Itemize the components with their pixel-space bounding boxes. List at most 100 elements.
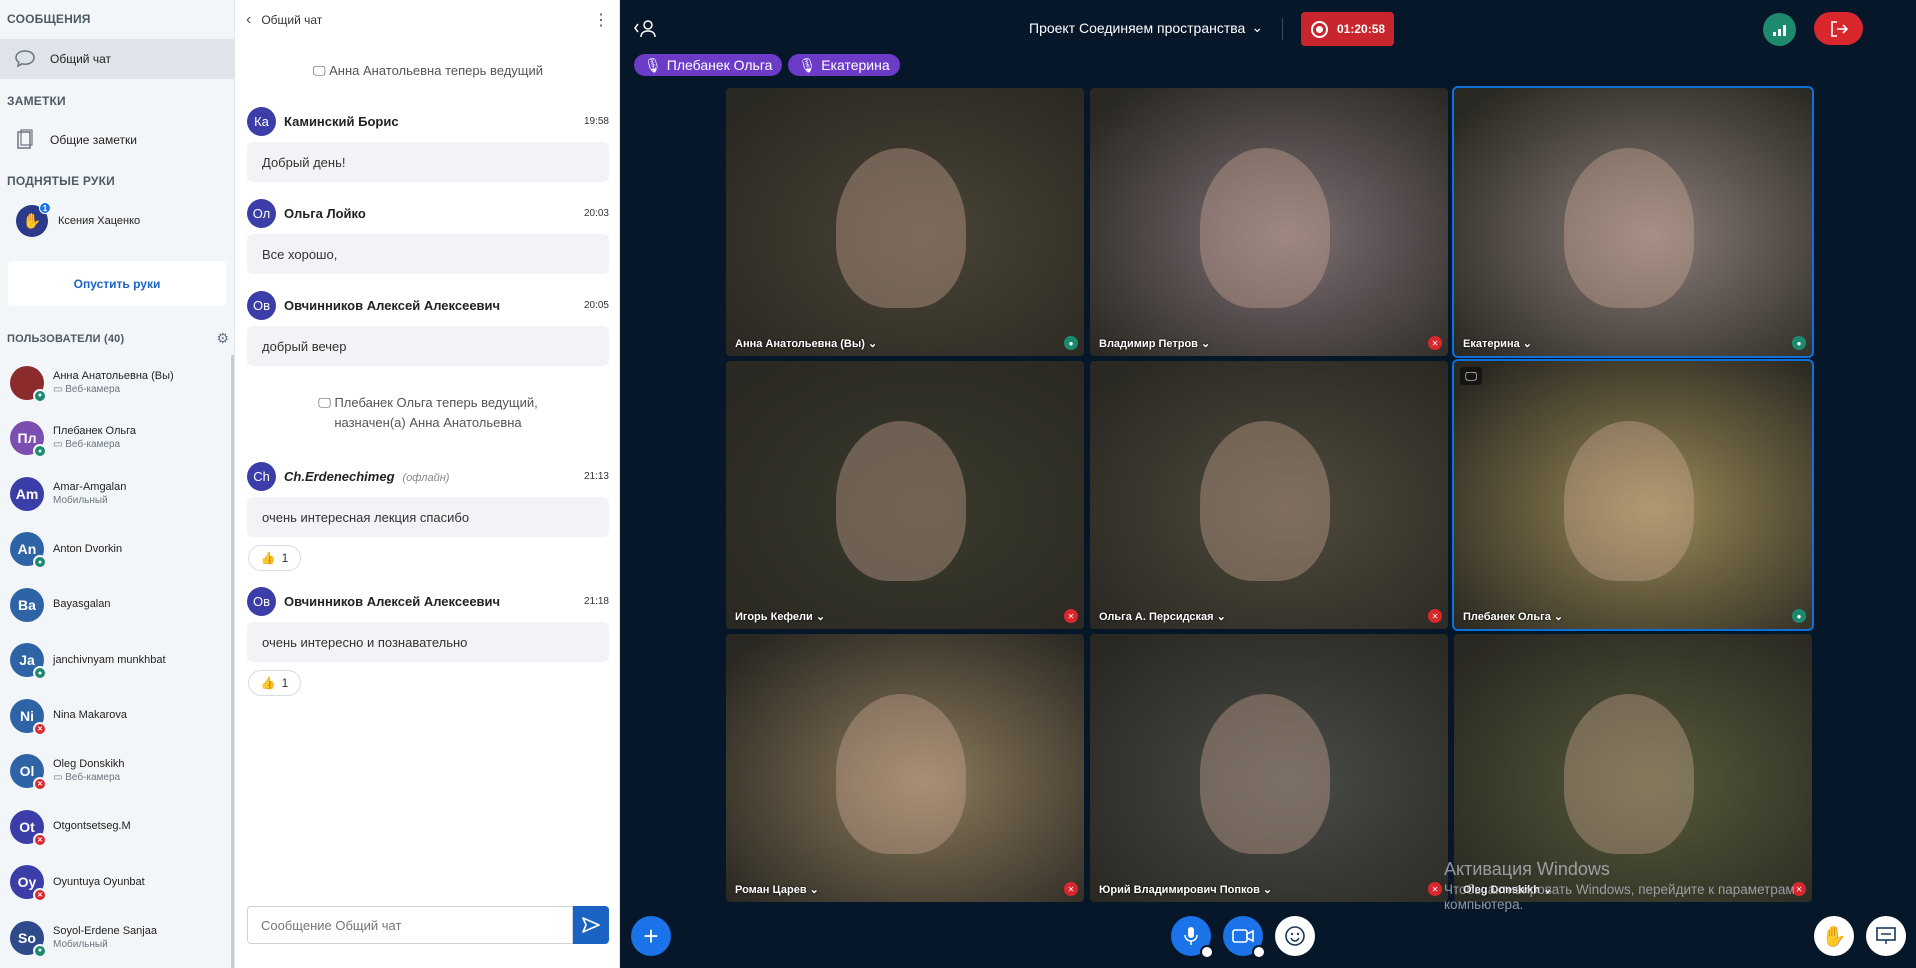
leave-meeting-button[interactable] xyxy=(1814,12,1863,45)
chat-author-name: Ch.Erdenechimeg xyxy=(284,468,395,484)
participant-name: Анна Анатольевна (Вы) xyxy=(735,338,865,350)
chat-author-name: Овчинников Алексей Алексеевич xyxy=(284,297,501,313)
presentation-icon xyxy=(1876,927,1896,944)
thumbs-up-icon: 👍 xyxy=(260,551,276,565)
video-tile[interactable]: Плебанек Ольга ⌄ ● 🖵 xyxy=(1452,359,1814,631)
add-button[interactable]: + xyxy=(631,916,671,956)
chat-timestamp: 20:05 xyxy=(583,299,609,311)
user-list-item[interactable]: Пл ● Плебанек Ольга ▭ Веб-камера xyxy=(0,411,231,467)
shared-notes-label: Общие заметки xyxy=(50,133,137,147)
muted-status-icon: ✕ xyxy=(33,888,47,903)
user-list-item[interactable]: Oy ✕ Oyuntuya Oyunbat xyxy=(0,855,231,911)
participant-name: Ольга А. Персидская xyxy=(1099,611,1214,623)
user-list-item[interactable]: Ot ✕ Otgontsetseg.M xyxy=(0,799,231,855)
recording-button[interactable]: 01:20:58 xyxy=(1301,12,1394,46)
video-tile[interactable]: Ольга А. Персидская ⌄ ✕ xyxy=(1090,361,1448,629)
video-name-label[interactable]: Ольга А. Персидская ⌄ xyxy=(1099,610,1226,623)
shared-notes-item[interactable]: Общие заметки xyxy=(0,120,234,160)
chat-author-name: Ольга Лойко xyxy=(284,205,366,221)
reaction-count: 1 xyxy=(281,551,289,565)
user-list-item[interactable]: Ni ✕ Nina Makarova xyxy=(0,688,231,744)
participant-video xyxy=(1200,694,1330,854)
send-icon xyxy=(582,917,600,933)
user-avatar: Oy ✕ xyxy=(10,865,47,903)
chat-timestamp: 19:58 xyxy=(583,115,609,127)
reaction-badge[interactable]: 👍 1 xyxy=(248,670,301,696)
mic-options-dot[interactable] xyxy=(1200,945,1214,959)
chat-author-name: Каминский Борис xyxy=(284,113,399,129)
exit-icon xyxy=(1830,20,1848,37)
back-chevron-icon[interactable]: ‹ xyxy=(246,11,251,29)
video-name-label[interactable]: Игорь Кефели ⌄ xyxy=(735,610,825,623)
connection-status-icon[interactable] xyxy=(1763,13,1796,46)
talkers-bar: 🎙 Плебанек Ольга 🎙 Екатерина xyxy=(634,54,900,76)
more-options-icon[interactable]: ⋮ xyxy=(593,10,609,30)
talker-pill[interactable]: 🎙 Екатерина xyxy=(788,54,900,76)
video-tile[interactable]: Игорь Кефели ⌄ ✕ xyxy=(726,361,1084,629)
microphone-button[interactable] xyxy=(1171,916,1214,959)
user-list-item[interactable]: So ● Soyol-Erdene Sanjaa Мобильный xyxy=(0,910,231,966)
lower-hands-button[interactable]: Опустить руки xyxy=(8,261,226,306)
user-list-item[interactable]: Ol ✕ Oleg Donskikh ▭ Веб-камера xyxy=(0,744,231,800)
video-name-label[interactable]: Роман Царев ⌄ xyxy=(735,883,819,896)
user-list-item[interactable]: An ● Anton Dvorkin xyxy=(0,522,231,578)
message-input[interactable] xyxy=(247,906,573,944)
participant-name: Плебанек Ольга xyxy=(1463,611,1551,623)
video-name-label[interactable]: Екатерина ⌄ xyxy=(1463,337,1532,350)
talker-pill[interactable]: 🎙 Плебанек Ольга xyxy=(634,54,783,76)
windows-activation-watermark: Активация Windows Чтобы активировать Win… xyxy=(1444,859,1795,912)
video-name-label[interactable]: Юрий Владимирович Попков ⌄ xyxy=(1099,883,1272,896)
system-message-text: Плебанек Ольга теперь ведущий, xyxy=(334,395,538,410)
user-list-item[interactable]: ● Анна Анатольевна (Вы) ▭ Веб-камера xyxy=(0,355,231,411)
video-name-label[interactable]: Плебанек Ольга ⌄ xyxy=(1463,610,1563,623)
user-device: ▭ Веб-камера xyxy=(53,383,121,395)
camera-button[interactable] xyxy=(1223,916,1266,959)
meeting-title[interactable]: Проект Соединяем пространства ⌄ xyxy=(1029,19,1263,36)
plus-icon: + xyxy=(643,920,659,951)
gear-icon[interactable]: ⚙ xyxy=(216,330,229,347)
video-name-label[interactable]: Владимир Петров ⌄ xyxy=(1099,337,1210,350)
talker-name: Екатерина xyxy=(821,57,890,73)
recording-timer: 01:20:58 xyxy=(1337,22,1386,36)
chat-message-header: Ка Каминский Борис 19:58 xyxy=(236,104,620,138)
user-initials: Ba xyxy=(18,596,36,613)
chat-message-text: очень интересно и познавательно xyxy=(247,622,609,662)
user-list-item[interactable]: Ba Bayasgalan xyxy=(0,577,231,633)
raised-hand-entry[interactable]: ✋ 1 Ксения Хаценко xyxy=(16,202,140,237)
user-avatar: Ot ✕ xyxy=(10,809,47,847)
video-tile[interactable]: Юрий Владимирович Попков ⌄ ✕ xyxy=(1090,634,1448,902)
microphone-status-icon: ● xyxy=(33,444,47,459)
microphone-icon: ● xyxy=(1792,336,1806,350)
user-list-toggle-icon[interactable] xyxy=(634,18,658,43)
message-input-field[interactable] xyxy=(248,907,572,943)
public-chat-item[interactable]: Общий чат xyxy=(0,39,234,79)
toggle-presentation-button[interactable] xyxy=(1866,916,1906,956)
microphone-status-icon: ● xyxy=(33,943,47,958)
microphone-icon xyxy=(1184,927,1198,945)
camera-options-dot[interactable] xyxy=(1252,945,1266,959)
chat-message: Ка Каминский Борис 19:58 Добрый день! xyxy=(236,104,620,182)
user-list-scrollbar[interactable] xyxy=(231,355,234,968)
video-name-label[interactable]: Анна Анатольевна (Вы) ⌄ xyxy=(735,337,877,350)
user-list-item[interactable]: Ja ● janchivnyam munkhbat xyxy=(0,633,231,689)
chevron-down-icon: ⌄ xyxy=(812,611,826,623)
reactions-button[interactable] xyxy=(1275,916,1315,956)
participant-video xyxy=(836,694,966,854)
raise-hand-button[interactable]: ✋ xyxy=(1814,916,1854,956)
video-tile[interactable]: Владимир Петров ⌄ ✕ xyxy=(1090,88,1448,356)
user-list-item[interactable]: Am Amar-Amgalan Мобильный xyxy=(0,466,231,522)
hand-icon: ✋ xyxy=(1821,925,1847,948)
send-button[interactable] xyxy=(573,906,609,944)
user-avatar: Ba xyxy=(10,587,44,622)
video-tile[interactable]: Анна Анатольевна (Вы) ⌄ ● xyxy=(726,88,1084,356)
reaction-badge[interactable]: 👍 1 xyxy=(248,545,301,571)
user-device: Мобильный xyxy=(53,938,108,950)
video-tile[interactable]: Роман Царев ⌄ ✕ xyxy=(726,634,1084,902)
video-tile[interactable]: Екатерина ⌄ ● xyxy=(1452,86,1814,358)
user-avatar: Ni ✕ xyxy=(10,698,47,736)
smiley-icon xyxy=(1285,926,1305,946)
chat-message-text: Все хорошо, xyxy=(247,234,609,274)
user-device: ▭ Веб-камера xyxy=(53,439,121,451)
chat-bubble-icon xyxy=(12,46,38,72)
user-name: Otgontsetseg.M xyxy=(53,820,131,833)
